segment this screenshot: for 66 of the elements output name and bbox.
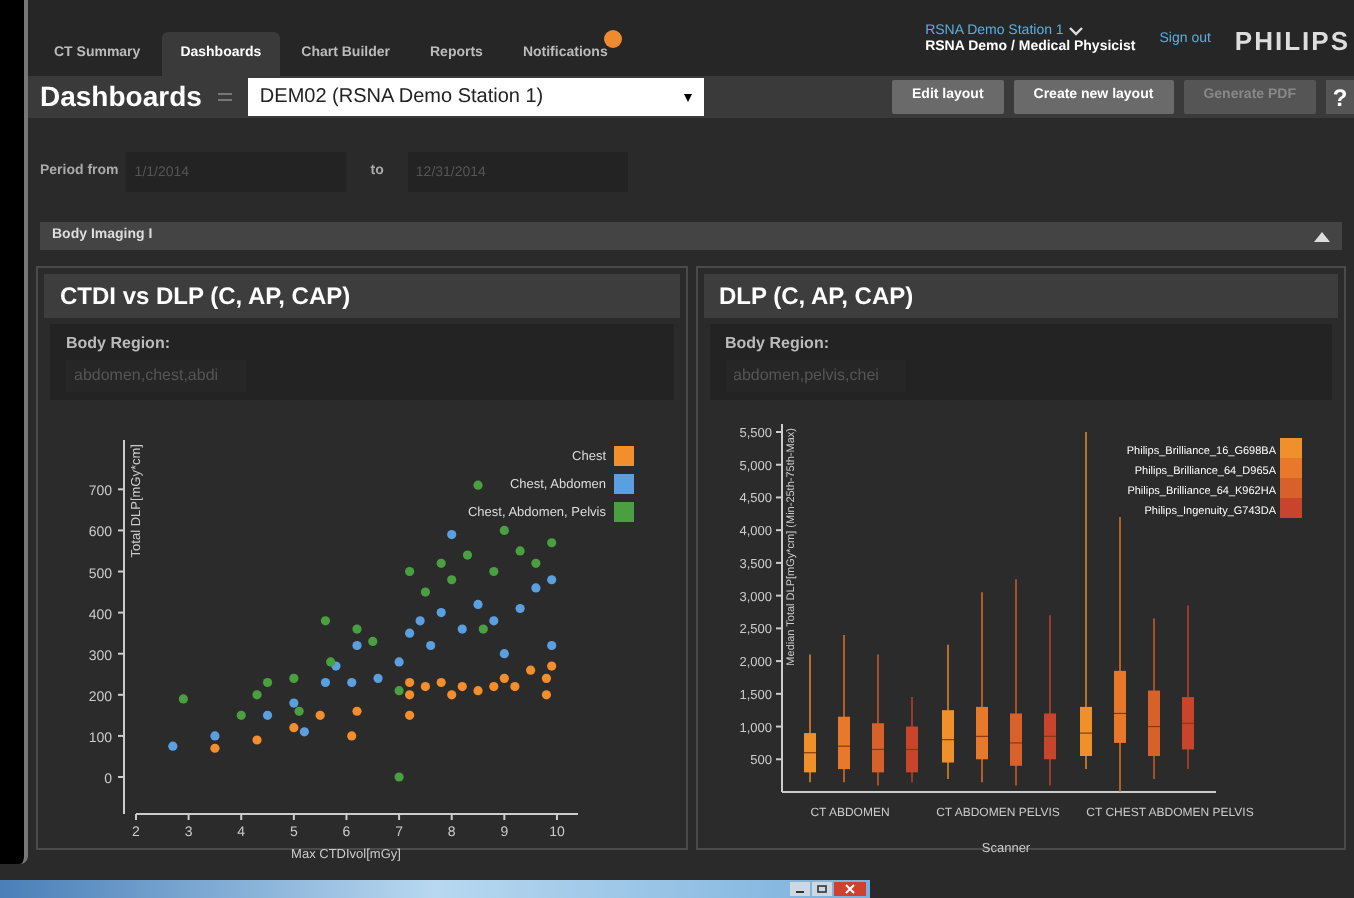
data-point <box>168 741 178 751</box>
data-point <box>473 480 484 490</box>
data-point <box>373 673 384 683</box>
data-point <box>542 690 552 700</box>
box-plot <box>870 653 885 787</box>
panel-title: DLP (C, AP, CAP) <box>719 280 914 314</box>
data-point <box>179 694 189 704</box>
data-point <box>352 624 363 634</box>
chevron-down-icon[interactable] <box>1067 26 1084 39</box>
menu-icon[interactable] <box>217 92 232 102</box>
data-point <box>463 550 473 560</box>
box-plot <box>904 696 919 784</box>
minimize-icon[interactable] <box>790 882 810 896</box>
maximize-icon[interactable] <box>812 882 832 896</box>
legend-swatch <box>614 502 635 522</box>
data-point <box>547 640 557 651</box>
data-point <box>347 677 357 688</box>
data-point <box>447 529 457 540</box>
panel-title: CTDI vs DLP (C, AP, CAP) <box>60 280 351 314</box>
close-icon[interactable] <box>834 882 866 896</box>
data-point <box>473 686 484 696</box>
collapse-arrow-icon[interactable] <box>1314 231 1330 241</box>
page-title: Dashboards <box>40 78 202 116</box>
data-point <box>405 566 415 577</box>
logo: PHILIPS <box>1234 23 1350 59</box>
help-button[interactable]: ? <box>1326 80 1354 114</box>
data-point <box>421 682 431 692</box>
data-point <box>547 538 557 548</box>
data-point <box>437 608 447 618</box>
data-point <box>352 640 363 651</box>
data-point <box>437 558 447 568</box>
dashboard-select[interactable]: DEM02 (RSNA Demo Station 1) <box>247 78 704 116</box>
data-point <box>352 706 363 716</box>
data-point <box>500 649 510 659</box>
data-point <box>316 710 326 720</box>
data-point <box>489 566 499 577</box>
data-point <box>237 710 247 720</box>
data-point <box>426 640 436 651</box>
data-point <box>321 616 331 626</box>
data-point <box>421 587 431 597</box>
data-point <box>531 583 541 593</box>
data-point <box>473 599 484 609</box>
data-point <box>516 603 526 614</box>
data-point <box>395 657 405 667</box>
box-plot <box>940 643 955 780</box>
data-point <box>395 772 405 782</box>
filter-label: Body Region: <box>66 332 172 356</box>
data-point <box>447 575 457 585</box>
data-point <box>526 665 536 675</box>
legend-swatch <box>614 446 635 466</box>
dropdown-arrow-icon <box>683 93 692 101</box>
data-point <box>321 677 331 688</box>
data-point <box>500 525 510 535</box>
data-point <box>263 710 273 720</box>
data-point <box>252 735 263 745</box>
data-point <box>289 673 299 683</box>
box-plot <box>802 653 817 784</box>
data-point <box>405 710 415 720</box>
data-point <box>516 546 526 556</box>
data-point <box>347 731 357 741</box>
data-point <box>368 636 378 646</box>
filter-label: Body Region: <box>725 332 831 356</box>
data-point <box>547 575 557 585</box>
data-point <box>531 558 541 568</box>
data-point <box>458 624 468 634</box>
legend-swatch <box>614 474 635 494</box>
